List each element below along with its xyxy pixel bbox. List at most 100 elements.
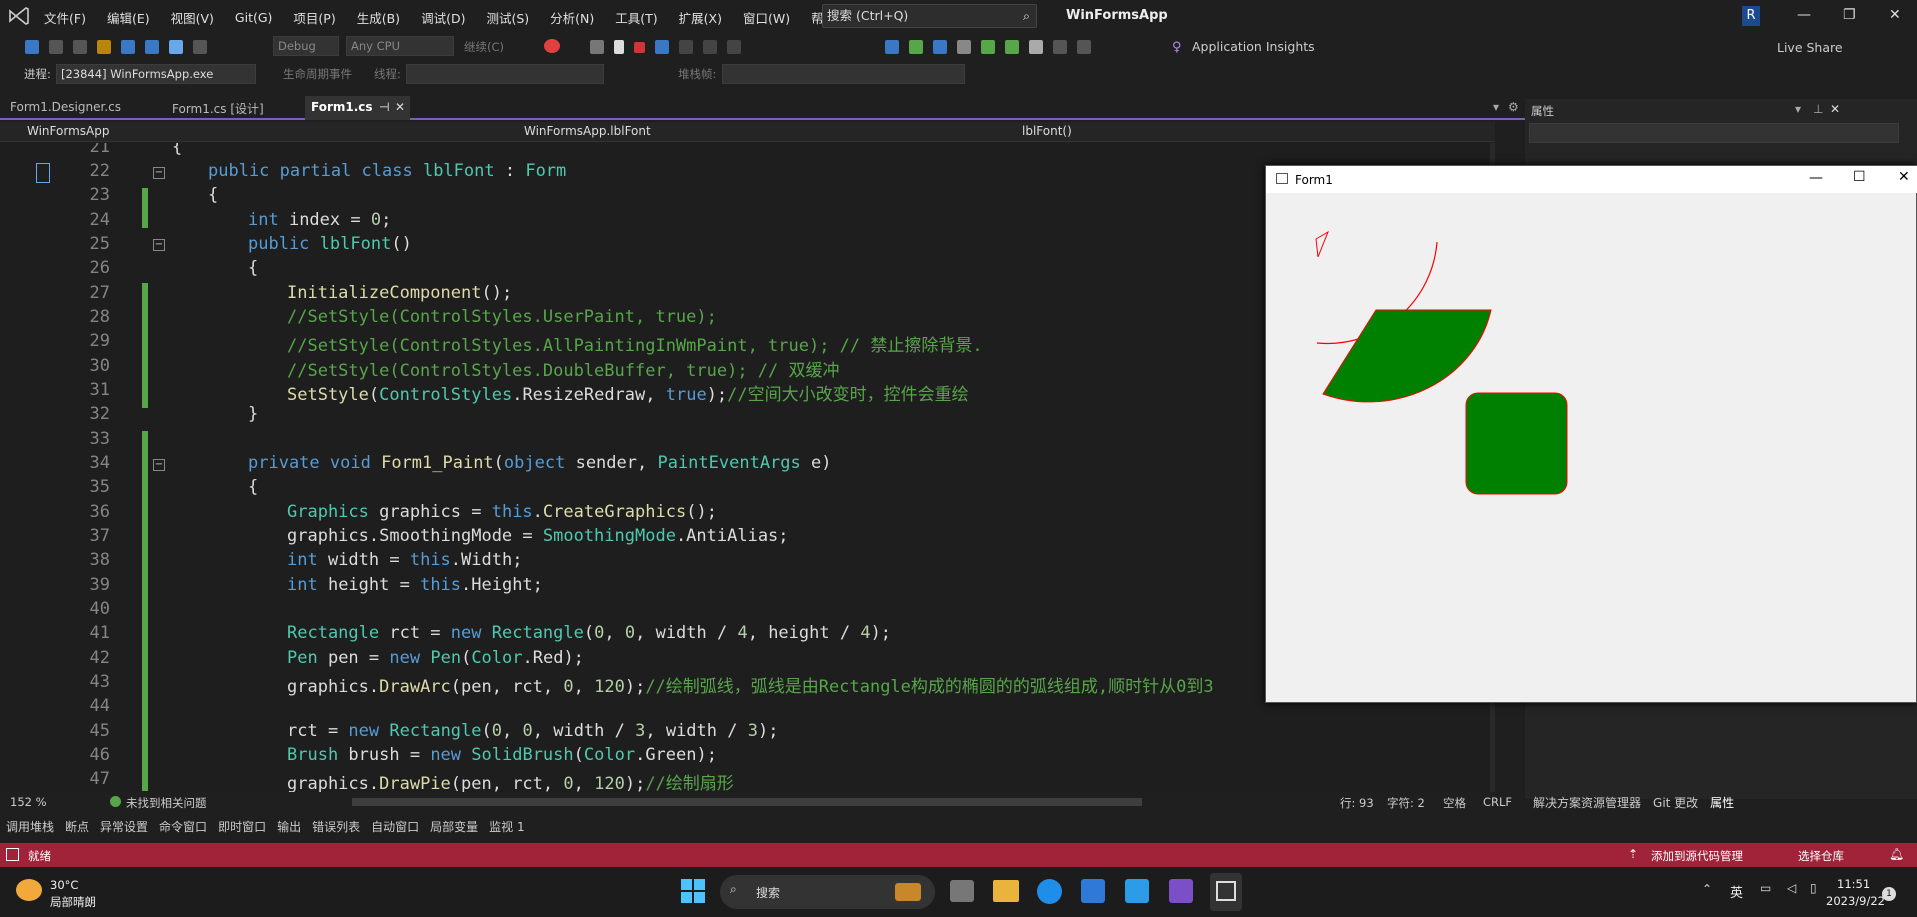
tool-tab-2[interactable]: 异常设置 — [100, 818, 148, 835]
fold-toggle[interactable]: − — [153, 459, 165, 471]
menu-item-3[interactable]: Git(G) — [235, 10, 273, 25]
panel-options-icon[interactable]: ▾ — [1795, 102, 1801, 116]
file-explorer-icon[interactable] — [993, 880, 1019, 902]
menu-item-9[interactable]: 工具(T) — [615, 8, 657, 27]
close-icon[interactable]: ✕ — [1898, 169, 1910, 185]
bookmark-prev-icon[interactable] — [1053, 40, 1067, 54]
form1-title-bar[interactable]: Form1 — ☐ ✕ — [1266, 166, 1917, 193]
pin-icon[interactable]: ⊥ — [1813, 102, 1823, 116]
tool-tab-0[interactable]: 调用堆栈 — [6, 818, 54, 835]
class-dropdown[interactable]: WinFormsApp.lblFont — [524, 124, 651, 138]
stack-frame-select[interactable] — [722, 64, 965, 84]
notification-count-icon[interactable]: 1 — [1882, 887, 1896, 901]
bookmark-icon[interactable] — [1029, 40, 1043, 54]
hot-reload-icon[interactable] — [544, 39, 560, 53]
save-all-icon[interactable] — [145, 40, 159, 54]
lifecycle-events-button[interactable]: 生命周期事件 — [283, 66, 352, 82]
tab-solution-explorer[interactable]: 解决方案资源管理器 — [1533, 794, 1641, 811]
avatar[interactable]: R — [1742, 6, 1760, 26]
menu-item-7[interactable]: 测试(S) — [486, 8, 529, 27]
tool-tab-9[interactable]: 监视 1 — [489, 818, 524, 835]
menu-item-1[interactable]: 编辑(E) — [107, 8, 150, 27]
tray-expand-icon[interactable]: ⌃ — [1702, 882, 1712, 896]
search-box[interactable]: 搜索 (Ctrl+Q) ⌕ — [822, 4, 1037, 28]
new-item-icon[interactable] — [73, 40, 87, 54]
project-dropdown[interactable]: WinFormsApp — [27, 124, 109, 138]
live-share-button[interactable]: Live Share — [1777, 40, 1843, 55]
application-insights-button[interactable]: Application Insights — [1192, 39, 1315, 54]
tool-tab-4[interactable]: 即时窗口 — [218, 818, 266, 835]
step-over-icon[interactable] — [703, 40, 717, 54]
menu-item-2[interactable]: 视图(V) — [171, 8, 214, 27]
pin-icon[interactable]: ⊣ — [379, 100, 390, 114]
close-tab-icon[interactable]: ✕ — [395, 100, 405, 114]
tool-tab-6[interactable]: 错误列表 — [312, 818, 360, 835]
whitespace-indicator[interactable]: 空格 — [1443, 795, 1466, 811]
fold-toggle[interactable]: − — [153, 239, 165, 251]
forward-icon[interactable] — [49, 40, 63, 54]
visual-studio-icon[interactable] — [1169, 879, 1193, 903]
stop-icon[interactable] — [634, 41, 645, 53]
undo-icon[interactable] — [169, 40, 183, 54]
volume-icon[interactable]: ◁ — [1787, 881, 1796, 895]
tab-git-changes[interactable]: Git 更改 — [1653, 794, 1698, 811]
menu-item-11[interactable]: 窗口(W) — [743, 8, 790, 27]
open-folder-icon[interactable] — [97, 40, 111, 54]
diagnostics-icon[interactable] — [885, 40, 899, 54]
settings-gear-icon[interactable]: ⚙ — [1508, 100, 1519, 114]
tool-tab-1[interactable]: 断点 — [65, 818, 89, 835]
edge-icon[interactable] — [1037, 879, 1062, 904]
close-panel-icon[interactable]: ✕ — [1830, 102, 1840, 116]
task-view-icon[interactable] — [950, 880, 974, 902]
form1-window[interactable]: Form1 — ☐ ✕ — [1265, 165, 1917, 703]
zoom-level[interactable]: 152 % — [10, 795, 47, 809]
battery-icon[interactable]: ▯ — [1810, 881, 1817, 895]
minimize-icon[interactable]: — — [1797, 7, 1811, 23]
network-icon[interactable]: ▭ — [1760, 881, 1771, 895]
winforms-app-icon[interactable] — [1210, 873, 1242, 911]
taskbar-search[interactable]: ⌕ 搜索 — [720, 875, 935, 909]
vscode-icon[interactable] — [1125, 879, 1149, 903]
store-icon[interactable] — [1081, 879, 1105, 903]
input-language[interactable]: 英 — [1730, 882, 1743, 901]
uncomment-icon[interactable] — [1005, 40, 1019, 54]
save-icon[interactable] — [121, 40, 135, 54]
tab-form1-designer-cs[interactable]: Form1.Designer.cs — [10, 100, 121, 114]
clock-date[interactable]: 2023/9/22 — [1826, 894, 1885, 908]
comment-icon[interactable] — [981, 40, 995, 54]
menu-item-5[interactable]: 生成(B) — [357, 8, 400, 27]
tool-tab-8[interactable]: 局部变量 — [430, 818, 478, 835]
maximize-icon[interactable]: ☐ — [1853, 169, 1866, 185]
select-element-icon[interactable] — [933, 40, 947, 54]
process-select[interactable]: [23844] WinFormsApp.exe — [56, 64, 256, 84]
step-out-icon[interactable] — [727, 40, 741, 54]
hot-reload-settings-icon[interactable] — [909, 40, 923, 54]
back-icon[interactable] — [25, 40, 39, 54]
platform-select[interactable]: Any CPU — [346, 36, 454, 56]
menu-item-0[interactable]: 文件(F) — [44, 8, 86, 27]
bookmark-next-icon[interactable] — [1077, 40, 1091, 54]
redo-icon[interactable] — [193, 40, 207, 54]
pause-icon[interactable] — [614, 40, 624, 54]
notification-bell-icon[interactable]: 🔔︎ — [1889, 847, 1904, 861]
outline-icon[interactable] — [957, 40, 971, 54]
eol-indicator[interactable]: CRLF — [1483, 795, 1512, 809]
tool-tab-3[interactable]: 命令窗口 — [159, 818, 207, 835]
tab-dropdown-icon[interactable]: ▾ — [1493, 100, 1499, 114]
member-dropdown[interactable]: lblFont() — [1022, 124, 1072, 138]
menu-item-8[interactable]: 分析(N) — [550, 8, 594, 27]
restore-icon[interactable]: ❐ — [1843, 7, 1856, 23]
menu-item-6[interactable]: 调试(D) — [421, 8, 465, 27]
add-to-source-control-button[interactable]: 添加到源代码管理 — [1651, 848, 1743, 864]
step-into-icon[interactable] — [679, 40, 693, 54]
minimize-icon[interactable]: — — [1809, 170, 1823, 186]
layout-icon[interactable] — [590, 40, 604, 54]
continue-button[interactable]: 继续(C) — [464, 39, 504, 55]
tab-properties[interactable]: 属性 — [1710, 794, 1734, 811]
fold-toggle[interactable]: − — [153, 167, 165, 179]
menu-item-10[interactable]: 扩展(X) — [679, 8, 722, 27]
object-select[interactable] — [1529, 123, 1899, 143]
start-icon[interactable] — [681, 879, 705, 903]
select-repository-button[interactable]: 选择仓库 — [1798, 848, 1844, 864]
horizontal-scrollbar[interactable] — [352, 798, 1142, 806]
